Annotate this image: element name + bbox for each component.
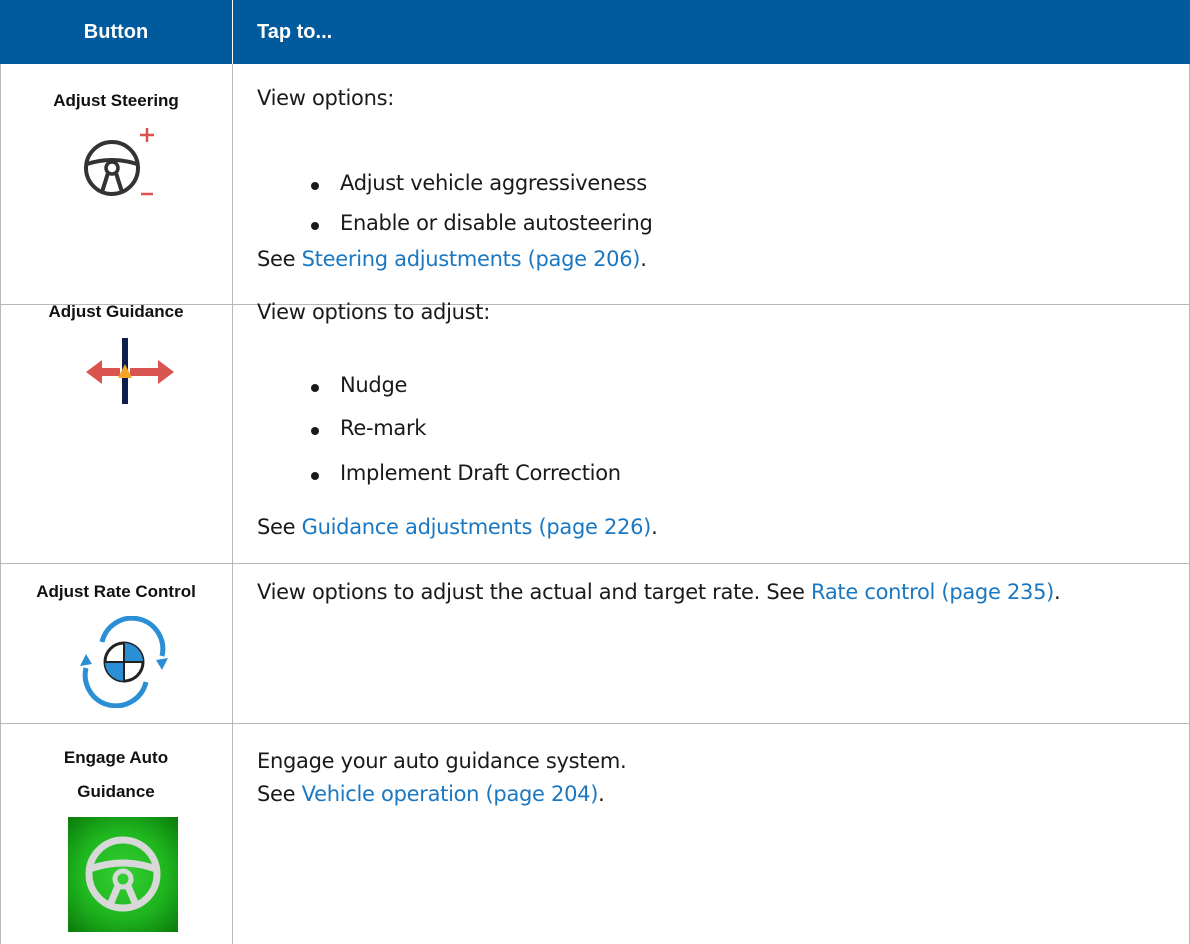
engage-auto-guidance-label-line2: Guidance — [77, 782, 155, 801]
adjust-steering-see: See Steering adjustments (page 206). — [257, 247, 647, 271]
engage-auto-guidance-label-line1: Engage Auto — [63, 748, 169, 767]
adjust-steering-label: Adjust Steering — [53, 91, 179, 110]
adjust-guidance-label: Adjust Guidance — [48, 302, 184, 321]
engage-auto-guidance-see: See Vehicle operation (page 204). — [257, 782, 605, 806]
adjust-guidance-bullet: Nudge — [340, 373, 408, 397]
adjust-guidance-see: See Guidance adjustments (page 226). — [257, 515, 658, 539]
header-button-column: Button — [83, 21, 149, 43]
grid-column-divider — [232, 64, 233, 944]
header-divider — [232, 0, 233, 64]
bullet-dot — [311, 182, 319, 190]
rate-control-icon[interactable] — [74, 615, 174, 709]
adjust-steering-bullet: Adjust vehicle aggressiveness — [340, 171, 647, 195]
row-divider — [0, 723, 1190, 724]
grid-left-border — [0, 64, 1, 944]
rate-control-link[interactable]: Rate control (page 235) — [811, 580, 1054, 604]
steering-adjustments-link[interactable]: Steering adjustments (page 206) — [302, 247, 641, 271]
header-tap-column: Tap to... — [257, 21, 333, 43]
adjust-guidance-bullet: Implement Draft Correction — [340, 461, 621, 485]
engage-auto-guidance-intro: Engage your auto guidance system. — [257, 749, 627, 773]
adjust-steering-bullet: Enable or disable autosteering — [340, 211, 653, 235]
vehicle-operation-link[interactable]: Vehicle operation (page 204) — [302, 782, 599, 806]
adjust-steering-intro: View options: — [257, 86, 395, 110]
adjust-guidance-bullet: Re-mark — [340, 416, 427, 440]
adjust-rate-control-description: View options to adjust the actual and ta… — [257, 580, 1061, 604]
adjust-guidance-intro: View options to adjust: — [257, 300, 490, 324]
engage-steering-wheel-icon[interactable] — [68, 817, 178, 932]
bullet-dot — [311, 384, 319, 392]
bullet-dot — [311, 222, 319, 230]
steering-wheel-plus-minus-icon[interactable] — [82, 126, 162, 202]
table-header: Button Tap to... — [0, 0, 1190, 64]
bullet-dot — [311, 472, 319, 480]
guidance-arrows-icon[interactable] — [84, 338, 176, 404]
guidance-adjustments-link[interactable]: Guidance adjustments (page 226) — [302, 515, 652, 539]
adjust-rate-control-label: Adjust Rate Control — [36, 582, 196, 601]
row-divider — [0, 563, 1190, 564]
bullet-dot — [311, 427, 319, 435]
